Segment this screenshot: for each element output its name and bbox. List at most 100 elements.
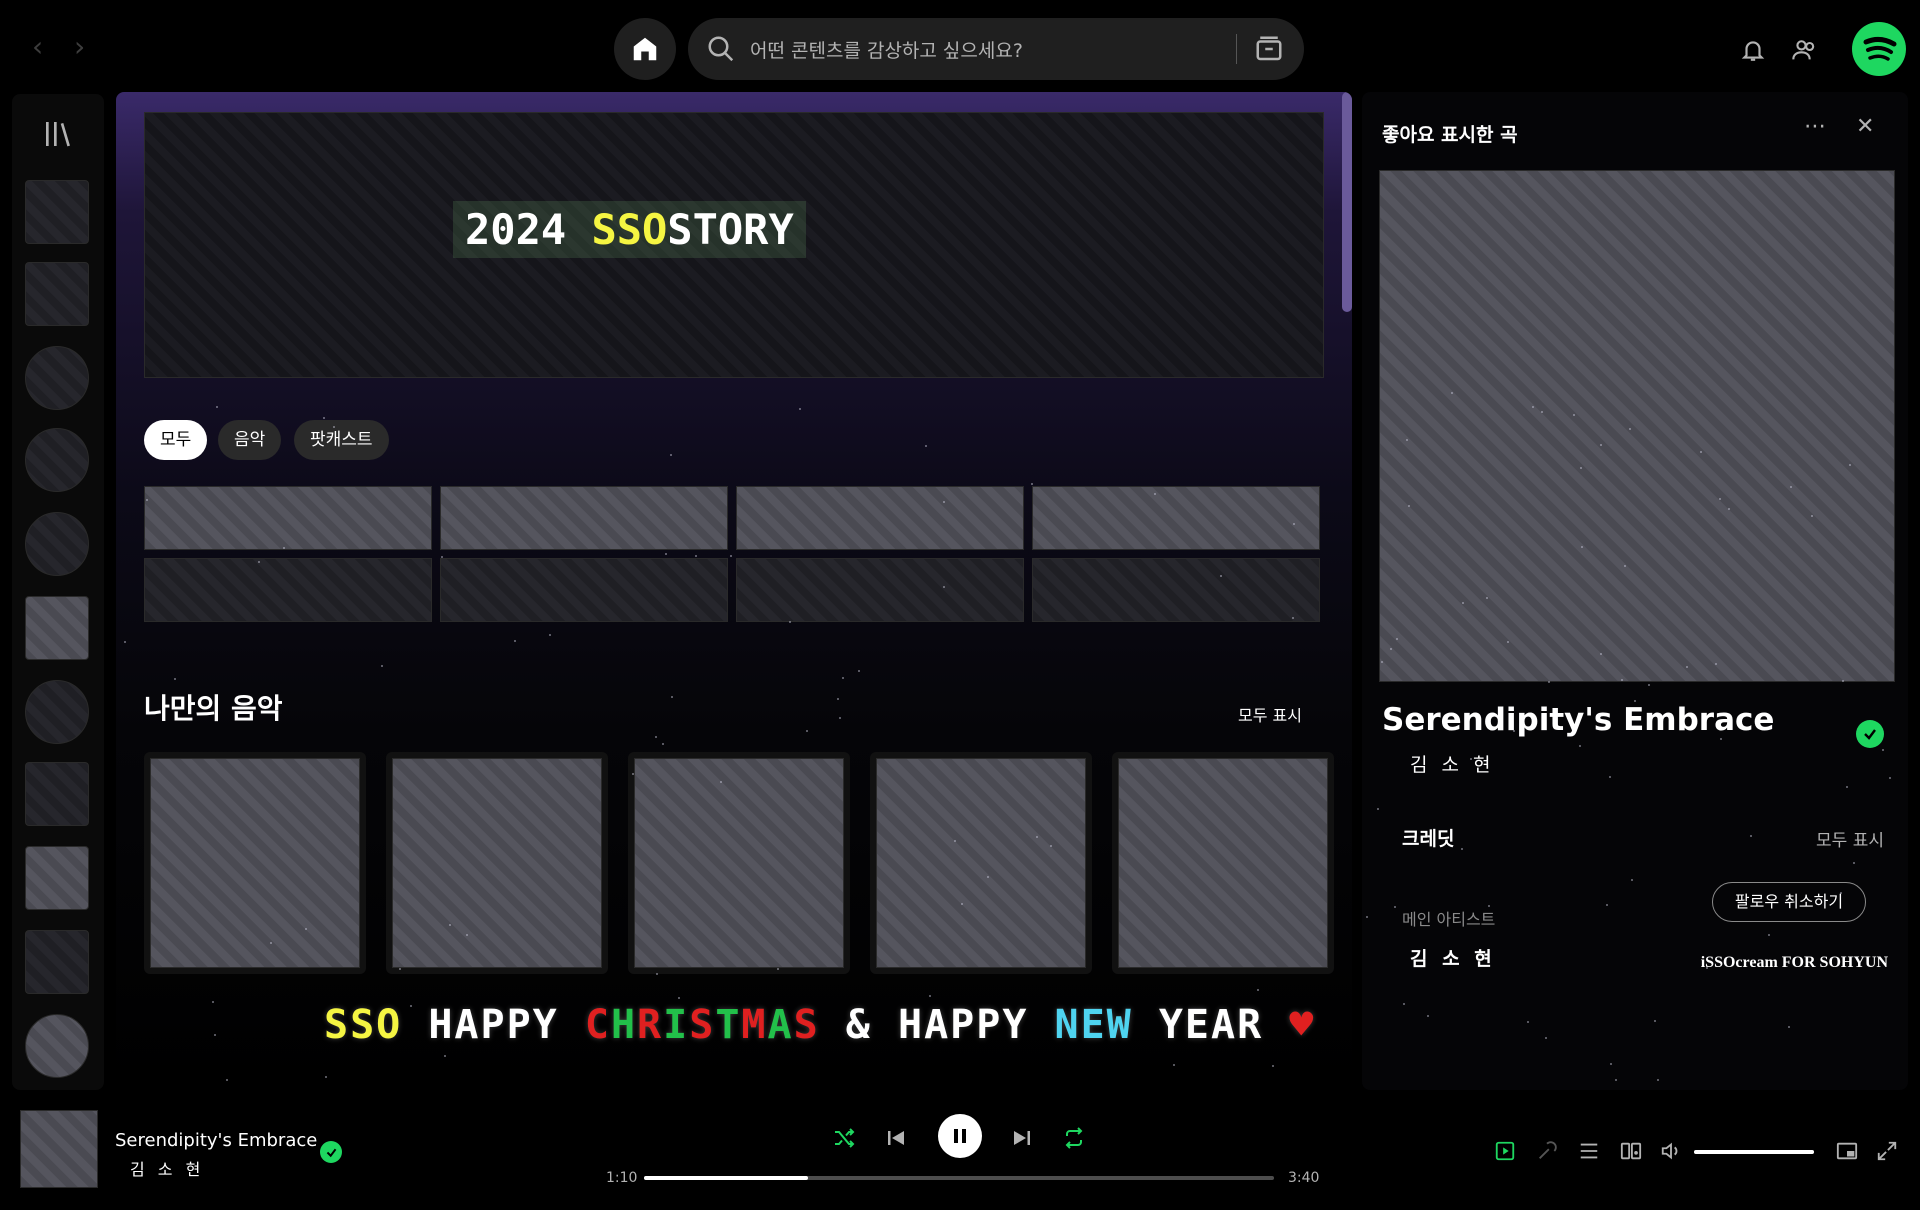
star-sparkle	[1545, 1037, 1547, 1039]
filter-chip-all[interactable]: 모두	[144, 420, 208, 460]
shortcut-tile-8[interactable]	[1032, 558, 1320, 622]
volume-icon[interactable]	[1660, 1140, 1682, 1162]
track-artist[interactable]: 김 소 현	[1410, 750, 1495, 777]
time-total: 3:40	[1288, 1170, 1320, 1186]
star-sparkle	[987, 876, 989, 878]
star-sparkle	[146, 499, 148, 501]
greeting-letter: T	[715, 1002, 742, 1048]
now-playing-art[interactable]	[20, 1110, 98, 1188]
music-card-1[interactable]	[144, 752, 366, 974]
greeting-happy-2: HAPPY	[897, 1002, 1029, 1048]
search-input[interactable]: 어떤 콘텐츠를 감상하고 싶으세요?	[750, 36, 1023, 63]
music-card-2[interactable]	[386, 752, 608, 974]
home-button[interactable]	[614, 18, 676, 80]
filter-chip-podcast[interactable]: 팟캐스트	[294, 420, 389, 460]
banner-image[interactable]: 2024 SSOSTORY	[144, 112, 1324, 378]
close-icon[interactable]: ✕	[1856, 114, 1874, 139]
now-playing-artist[interactable]: 김 소 현	[130, 1156, 204, 1180]
library-item-playlist-6[interactable]	[25, 930, 89, 994]
main-scrollbar[interactable]	[1342, 92, 1352, 312]
star-sparkle	[1173, 1064, 1175, 1066]
star-sparkle	[1609, 776, 1611, 778]
shuffle-icon[interactable]	[832, 1126, 856, 1150]
browse-icon[interactable]	[1254, 34, 1284, 64]
star-sparkle	[662, 743, 664, 745]
star-sparkle	[665, 553, 667, 555]
library-item-playlist-5[interactable]	[25, 846, 89, 910]
connect-device-icon[interactable]	[1620, 1140, 1642, 1162]
greeting-letter: S	[793, 1002, 820, 1048]
track-title[interactable]: Serendipity's Embrace	[1382, 702, 1774, 738]
miniplayer-icon[interactable]	[1836, 1140, 1858, 1162]
next-icon[interactable]	[1010, 1126, 1034, 1150]
shortcut-tile-7[interactable]	[736, 558, 1024, 622]
library-item-playlist-1[interactable]	[25, 180, 89, 244]
credits-show-all-link[interactable]: 모두 표시	[1816, 826, 1884, 851]
library-item-artist-1[interactable]	[25, 346, 89, 410]
shortcut-tile-2[interactable]	[440, 486, 728, 550]
star-sparkle	[1366, 916, 1368, 918]
now-playing-title[interactable]: Serendipity's Embrace	[115, 1130, 317, 1151]
library-icon[interactable]	[42, 118, 74, 150]
now-playing-liked-icon[interactable]	[320, 1141, 342, 1163]
shortcut-tile-3[interactable]	[736, 486, 1024, 550]
star-sparkle	[1719, 498, 1721, 500]
star-sparkle	[399, 968, 401, 970]
star-sparkle	[1486, 597, 1488, 599]
star-sparkle	[1488, 905, 1490, 907]
star-sparkle	[1408, 505, 1410, 507]
library-item-artist-4[interactable]	[25, 680, 89, 744]
lyrics-icon[interactable]	[1536, 1140, 1558, 1162]
shortcut-tile-5[interactable]	[144, 558, 432, 622]
star-sparkle	[789, 621, 791, 623]
unfollow-button[interactable]: 팔로우 취소하기	[1712, 882, 1866, 922]
star-sparkle	[1849, 464, 1851, 466]
bell-icon[interactable]	[1740, 36, 1766, 64]
liked-check-icon[interactable]	[1856, 720, 1884, 748]
star-sparkle	[695, 555, 697, 557]
music-card-3[interactable]	[628, 752, 850, 974]
back-arrow-icon[interactable]: ‹	[32, 32, 52, 62]
shortcut-tile-6[interactable]	[440, 558, 728, 622]
forward-arrow-icon[interactable]: ›	[74, 32, 94, 62]
friends-icon[interactable]	[1790, 36, 1820, 64]
previous-icon[interactable]	[884, 1126, 908, 1150]
progress-bar[interactable]	[644, 1176, 1274, 1180]
repeat-icon[interactable]	[1062, 1126, 1086, 1150]
library-item-artist-2[interactable]	[25, 428, 89, 492]
credit-artist-name[interactable]: 김 소 현	[1410, 944, 1496, 971]
music-card-5[interactable]	[1112, 752, 1334, 974]
star-sparkle	[1889, 777, 1891, 779]
filter-chip-music[interactable]: 음악	[218, 420, 282, 460]
time-current: 1:10	[606, 1170, 638, 1186]
show-all-link[interactable]: 모두 표시	[1238, 702, 1302, 726]
library-item-artist-3[interactable]	[25, 512, 89, 576]
star-sparkle	[1634, 700, 1636, 702]
shortcut-tile-4[interactable]	[1032, 486, 1320, 550]
star-sparkle	[799, 408, 801, 410]
library-sidebar	[12, 94, 104, 1090]
star-sparkle	[1031, 483, 1033, 485]
star-sparkle	[1580, 467, 1582, 469]
library-item-playlist-4[interactable]	[25, 762, 89, 826]
star-sparkle	[325, 1076, 327, 1078]
star-sparkle	[1720, 738, 1722, 740]
spotify-logo-icon[interactable]	[1852, 22, 1906, 76]
more-options-icon[interactable]: ⋯	[1804, 114, 1826, 139]
banner-title-prefix: 2024	[465, 205, 592, 254]
volume-slider[interactable]	[1694, 1150, 1814, 1154]
pause-button[interactable]	[938, 1114, 982, 1158]
music-card-4[interactable]	[870, 752, 1092, 974]
star-sparkle	[1728, 508, 1730, 510]
library-item-playlist-3[interactable]	[25, 596, 89, 660]
fullscreen-icon[interactable]	[1876, 1140, 1898, 1162]
library-item-artist-5[interactable]	[25, 1014, 89, 1078]
star-sparkle	[323, 417, 325, 419]
star-sparkle	[514, 640, 516, 642]
now-playing-view-icon[interactable]	[1494, 1140, 1516, 1162]
library-item-playlist-2[interactable]	[25, 262, 89, 326]
star-sparkle	[1606, 904, 1608, 906]
search-bar[interactable]: 어떤 콘텐츠를 감상하고 싶으세요?	[688, 18, 1304, 80]
shortcut-tile-1[interactable]	[144, 486, 432, 550]
queue-icon[interactable]	[1578, 1140, 1600, 1162]
